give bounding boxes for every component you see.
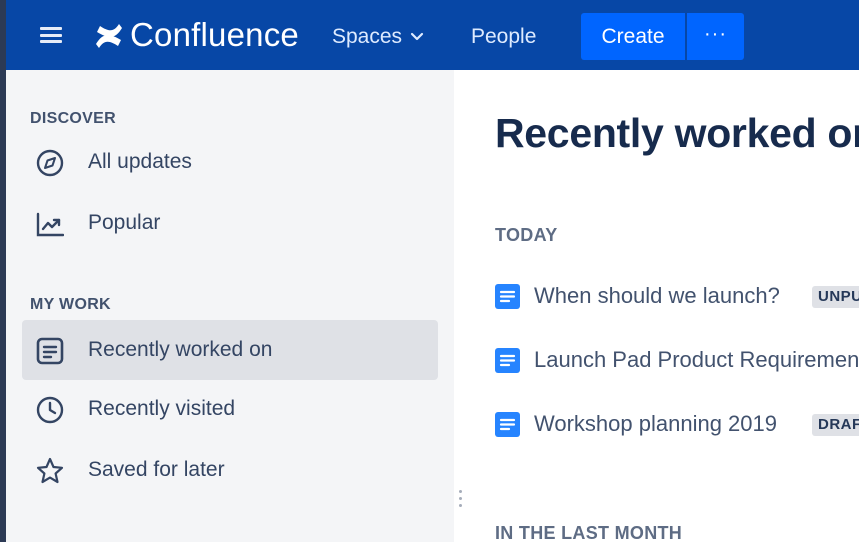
sidebar-item-label: Recently worked on bbox=[88, 338, 273, 361]
trending-chart-icon bbox=[36, 212, 64, 237]
top-navigation: Confluence Spaces People Create ··· bbox=[6, 0, 859, 70]
page-icon bbox=[495, 412, 520, 437]
hamburger-menu-icon[interactable] bbox=[40, 27, 62, 43]
sidebar-item-label: Popular bbox=[88, 211, 161, 234]
confluence-logo-icon[interactable] bbox=[94, 22, 124, 50]
page-icon bbox=[495, 284, 520, 309]
page-icon bbox=[495, 348, 520, 373]
sidebar-item-recently-worked-on[interactable]: Recently worked on bbox=[22, 320, 438, 380]
create-button[interactable]: Create bbox=[581, 13, 685, 60]
sidebar: DISCOVER All updates Popular MY WORK Rec… bbox=[6, 70, 454, 542]
page-link[interactable]: Launch Pad Product Requirements bbox=[534, 345, 859, 375]
section-heading-last-month: IN THE LAST MONTH bbox=[495, 523, 683, 542]
chevron-down-icon bbox=[410, 32, 424, 41]
document-icon bbox=[36, 337, 64, 365]
page-title: Recently worked on bbox=[495, 110, 859, 156]
section-heading-today: TODAY bbox=[495, 225, 558, 245]
sidebar-item-label: Recently visited bbox=[88, 397, 236, 420]
sidebar-item-saved-for-later[interactable]: Saved for later bbox=[22, 440, 438, 500]
my-work-heading: MY WORK bbox=[30, 296, 111, 313]
list-item[interactable]: Launch Pad Product Requirements bbox=[495, 345, 859, 375]
spaces-label: Spaces bbox=[332, 25, 403, 48]
compass-icon bbox=[36, 149, 64, 177]
status-badge: DRAFT bbox=[812, 414, 859, 436]
clock-icon bbox=[36, 396, 64, 424]
sidebar-item-all-updates[interactable]: All updates bbox=[22, 132, 438, 192]
page-link[interactable]: Workshop planning 2019 bbox=[534, 409, 777, 439]
sidebar-item-label: Saved for later bbox=[88, 458, 225, 481]
list-item[interactable]: Workshop planning 2019 DRAFT bbox=[495, 409, 859, 439]
sidebar-item-popular[interactable]: Popular bbox=[22, 193, 438, 253]
list-item[interactable]: When should we launch? UNPUBLISHED bbox=[495, 281, 859, 311]
page-link[interactable]: When should we launch? bbox=[534, 281, 780, 311]
sidebar-item-label: All updates bbox=[88, 150, 192, 173]
brand-name[interactable]: Confluence bbox=[130, 14, 299, 56]
sidebar-item-recently-visited[interactable]: Recently visited bbox=[22, 379, 438, 439]
spaces-dropdown[interactable]: Spaces bbox=[332, 22, 424, 52]
people-link[interactable]: People bbox=[471, 22, 536, 52]
status-badge: UNPUBLISHED bbox=[812, 286, 859, 308]
main-content: Recently worked on TODAY When should we … bbox=[454, 70, 859, 542]
discover-heading: DISCOVER bbox=[30, 110, 116, 127]
more-actions-button[interactable]: ··· bbox=[687, 13, 744, 60]
star-icon bbox=[36, 457, 64, 484]
